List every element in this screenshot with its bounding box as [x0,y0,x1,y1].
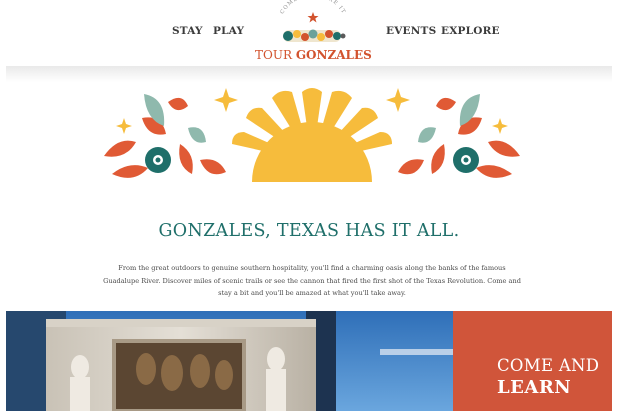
logo-wordmark: TOUR GONZALES [255,48,372,62]
monument-photo [6,311,453,411]
sun-folk-art-illustration [104,88,520,182]
nav-events[interactable]: EVENTS [386,25,436,37]
page-headline: GONZALES, TEXAS HAS IT ALL. [158,221,460,241]
logo-name-part1: TOUR [255,48,296,62]
monument-image [6,311,453,411]
nav-explore[interactable]: EXPLORE [441,25,500,37]
nav-stay[interactable]: STAY [172,25,203,37]
cta-line-2: LEARN [497,377,572,398]
logo-name-part2: GONZALES [295,48,372,62]
site-logo[interactable]: COME AND TAKE IT TOUR GONZALES [255,0,372,66]
come-and-learn-panel[interactable]: COME AND LEARN [453,311,612,411]
nav-play[interactable]: PLAY [213,25,244,37]
intro-paragraph: From the great outdoors to genuine south… [103,264,521,297]
logo-emblem-icon: COME AND TAKE IT [279,0,346,42]
site-header: STAY PLAY COME AND TAKE IT TOUR GONZALES… [0,0,618,68]
header-divider [6,66,612,82]
cta-line-1: COME AND [497,356,600,375]
